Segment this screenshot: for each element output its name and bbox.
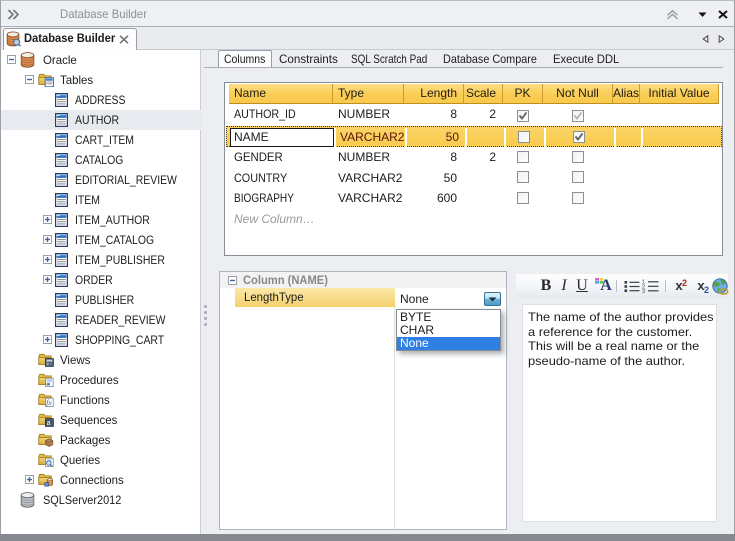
svg-text:3: 3 <box>642 289 645 293</box>
